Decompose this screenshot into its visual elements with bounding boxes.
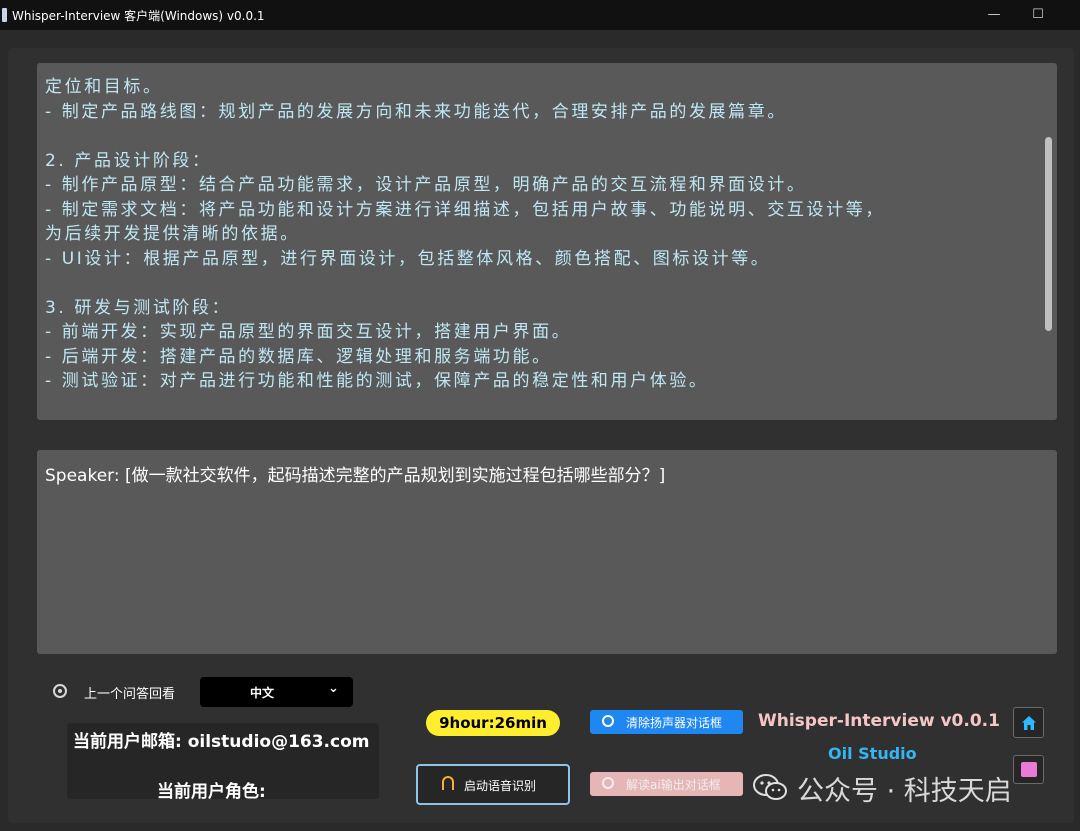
app-icon — [2, 8, 7, 22]
timer-badge: 9hour:26min — [426, 710, 560, 736]
language-value: 中文 — [250, 686, 275, 700]
minimize-button[interactable]: — — [980, 4, 1008, 26]
question-panel[interactable]: Speaker: [做一款社交软件，起码描述完整的产品规划到实施过程包括哪些部分… — [37, 450, 1057, 654]
maximize-button[interactable]: ☐ — [1024, 4, 1052, 26]
headphones-icon — [442, 776, 454, 790]
decode-ai-output-button[interactable]: 解读ai输出对话框 — [590, 772, 743, 796]
image-button[interactable] — [1013, 755, 1044, 784]
answer-line: - 制定需求文档：将产品功能和设计方案进行详细描述，包括用户故事、功能说明、交互… — [45, 200, 885, 220]
answer-line: - 后端开发：搭建产品的数据库、逻辑处理和服务端功能。 — [45, 347, 552, 367]
answer-scrollbar[interactable] — [1045, 137, 1052, 331]
voice-button-label: 启动语音识别 — [464, 779, 537, 793]
user-info-box: 当前用户邮箱: oilstudio@163.com 当前用户角色: — [67, 723, 379, 802]
watermark-text: 公众号 · 科技天启 — [797, 776, 1012, 807]
clear-button-label: 清除扬声器对话框 — [626, 716, 723, 730]
clear-speaker-dialog-button[interactable]: 清除扬声器对话框 — [590, 710, 743, 734]
decode-icon — [602, 777, 614, 789]
window-title: Whisper-Interview 客户端(Windows) v0.0.1 — [12, 9, 265, 23]
home-icon — [1022, 716, 1036, 730]
question-text: Speaker: [做一款社交软件，起码描述完整的产品规划到实施过程包括哪些部分… — [45, 466, 666, 486]
image-icon — [1021, 762, 1037, 777]
user-role-label: 当前用户角色: — [157, 782, 266, 802]
title-bar: Whisper-Interview 客户端(Windows) v0.0.1 — … — [0, 0, 1080, 30]
history-icon[interactable] — [53, 684, 67, 698]
answer-line: 2. 产品设计阶段： — [45, 151, 212, 171]
answer-line: 3. 研发与测试阶段： — [45, 298, 232, 318]
answer-line: 定位和目标。 — [45, 77, 163, 97]
answer-line: - UI设计：根据产品原型，进行界面设计，包括整体风格、颜色搭配、图标设计等。 — [45, 249, 771, 269]
answer-panel[interactable]: 定位和目标。 - 制定产品路线图：规划产品的发展方向和未来功能迭代，合理安排产品… — [37, 63, 1057, 420]
clear-icon — [602, 715, 614, 727]
brand-studio: Oil Studio — [828, 744, 917, 763]
start-voice-recognition-button[interactable]: 启动语音识别 — [416, 764, 570, 805]
decode-button-label: 解读ai输出对话框 — [626, 778, 721, 792]
brand-title: Whisper-Interview v0.0.1 — [758, 711, 1000, 731]
answer-line: 为后续开发提供清晰的依据。 — [45, 224, 300, 244]
answer-line: - 测试验证：对产品进行功能和性能的测试，保障产品的稳定性和用户体验。 — [45, 371, 709, 391]
previous-qa-label[interactable]: 上一个问答回看 — [84, 683, 175, 702]
chevron-down-icon: ⌄ — [328, 681, 339, 696]
user-email-label: 当前用户邮箱: oilstudio@163.com — [73, 732, 370, 752]
answer-line: - 制作产品原型：结合产品功能需求，设计产品原型，明确产品的交互流程和界面设计。 — [45, 175, 807, 195]
language-select[interactable]: 中文 ⌄ — [200, 677, 353, 707]
home-button[interactable] — [1013, 707, 1044, 738]
answer-line: - 前端开发：实现产品原型的界面交互设计，搭建用户界面。 — [45, 322, 572, 342]
answer-line: - 制定产品路线图：规划产品的发展方向和未来功能迭代，合理安排产品的发展篇章。 — [45, 102, 787, 122]
wechat-icon — [753, 774, 787, 800]
